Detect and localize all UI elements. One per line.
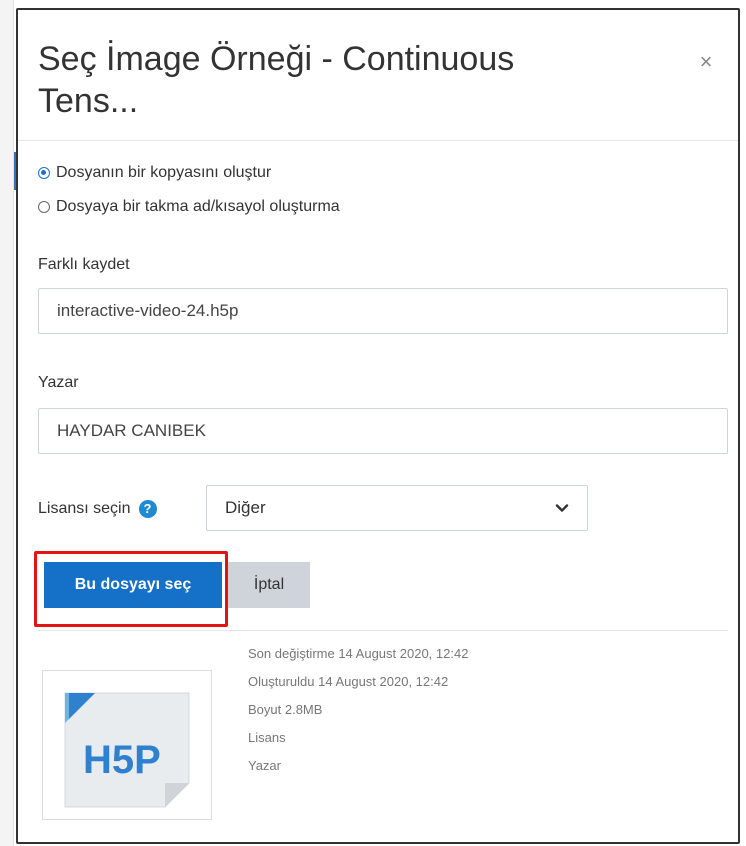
radio-alias-label: Dosyaya bir takma ad/kısayol oluşturma [56,198,340,215]
license-select[interactable]: Diğer [206,485,588,531]
radio-button[interactable] [38,201,50,213]
author-value: HAYDAR CANIBEK [57,421,206,440]
file-created: Oluşturuldu 14 August 2020, 12:42 [248,674,449,689]
close-icon[interactable]: × [696,51,716,73]
save-as-value: interactive-video-24.h5p [57,301,239,320]
license-selected-value: Diğer [225,498,266,517]
h5p-logo-text: H5P [83,738,161,782]
dialog-header: Seç İmage Örneği - Continuous Tens... × [18,10,738,141]
license-label-group: Lisansı seçin ? [38,500,157,518]
radio-copy-option[interactable]: Dosyanın bir kopyasını oluştur [38,164,271,182]
file-license: Lisans [248,730,286,745]
file-author: Yazar [248,758,281,773]
author-label: Yazar [38,374,79,391]
dialog-title: Seç İmage Örneği - Continuous Tens... [38,40,515,120]
radio-copy-label: Dosyanın bir kopyasını oluştur [56,164,272,181]
help-icon[interactable]: ? [138,500,157,518]
file-size: Boyut 2.8MB [248,702,323,717]
chevron-down-icon [555,504,569,512]
cancel-button[interactable]: İptal [228,562,310,608]
license-label: Lisansı seçin [38,500,131,517]
save-as-label: Farklı kaydet [38,256,130,273]
h5p-file-icon: H5P [64,692,190,808]
author-input[interactable]: HAYDAR CANIBEK [38,408,728,454]
divider [38,630,728,631]
file-picker-dialog: Seç İmage Örneği - Continuous Tens... × … [16,8,740,844]
file-modified: Son değiştirme 14 August 2020, 12:42 [248,646,469,661]
file-thumbnail: H5P [42,670,212,820]
radio-alias-option[interactable]: Dosyaya bir takma ad/kısayol oluşturma [38,198,340,216]
radio-button-checked[interactable] [38,167,50,179]
save-as-input[interactable]: interactive-video-24.h5p [38,288,728,334]
background-page-edge [0,0,14,846]
select-file-button[interactable]: Bu dosyayı seç [44,562,222,608]
